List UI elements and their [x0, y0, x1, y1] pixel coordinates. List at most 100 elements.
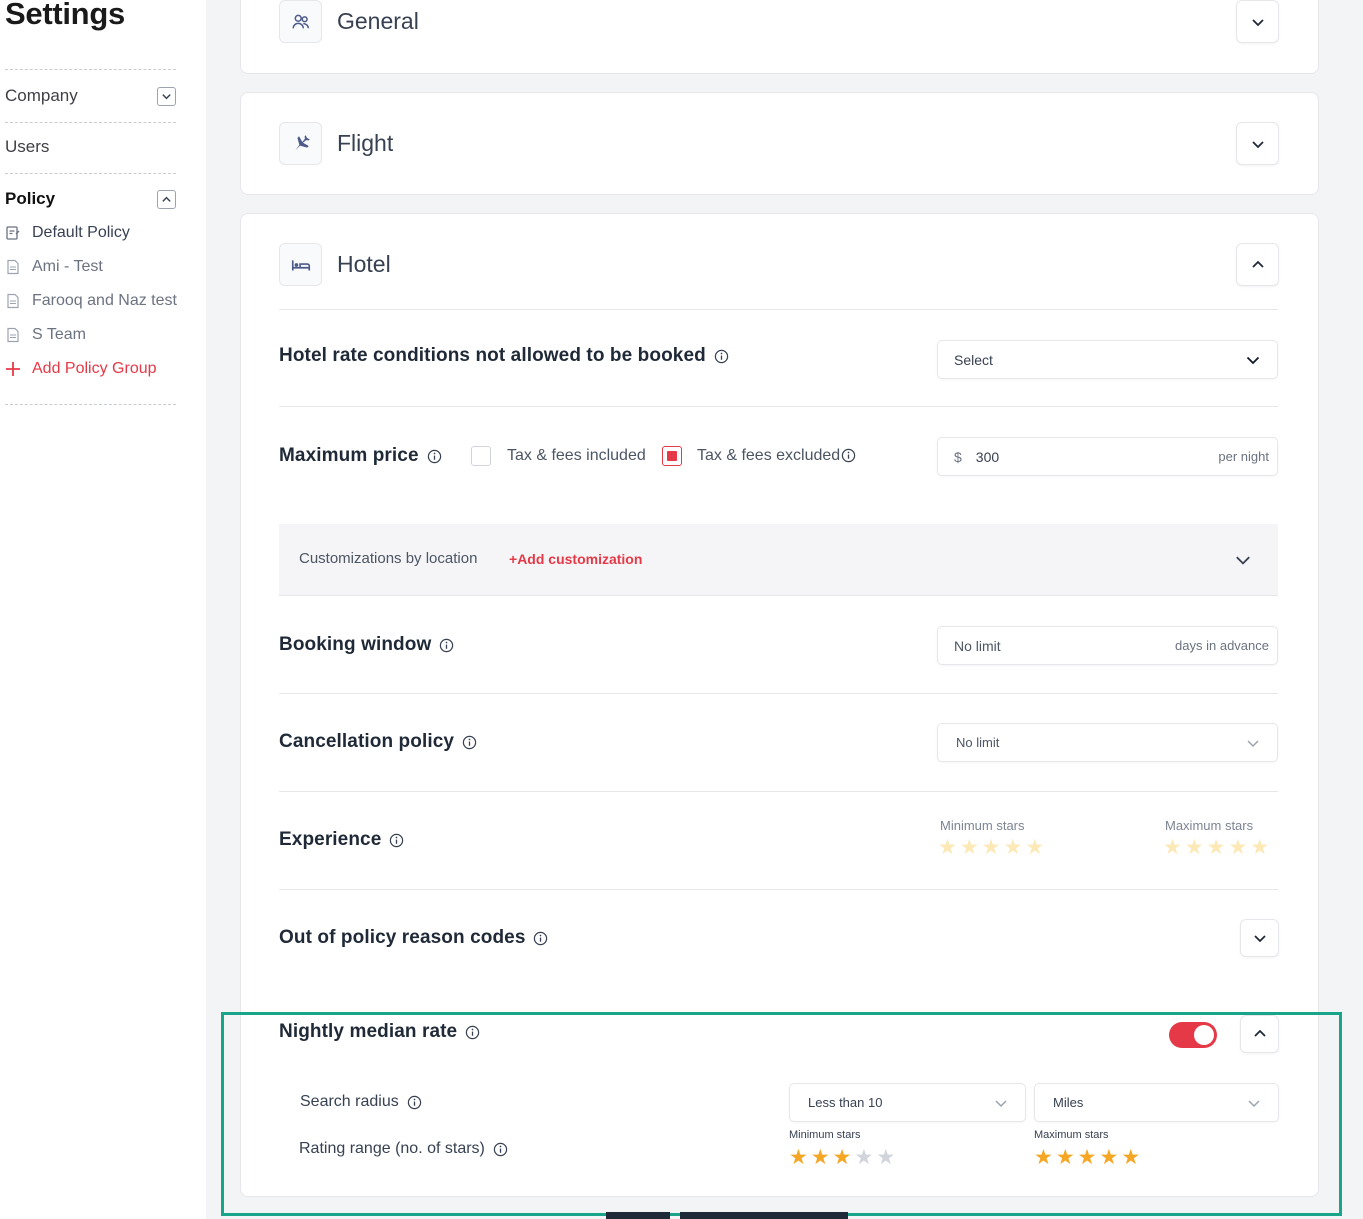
bottom-bar-segment: [606, 1212, 670, 1219]
star-icon[interactable]: ★: [1163, 837, 1182, 858]
chevron-down-icon: [1251, 140, 1264, 148]
label-text: Hotel rate conditions not allowed to be …: [279, 345, 706, 366]
label-text: Out of policy reason codes: [279, 927, 526, 948]
sidebar: Settings Company Users Policy Default Po…: [0, 0, 206, 1219]
cancellation-policy-label: Cancellation policy: [279, 731, 477, 753]
customizations-label: Customizations by location: [299, 550, 478, 567]
price-suffix: per night: [1218, 449, 1269, 464]
flight-card: [240, 92, 1319, 195]
divider: [5, 404, 176, 405]
add-customization-button[interactable]: +Add customization: [509, 551, 642, 567]
tax-excluded-label: Tax & fees excluded: [697, 447, 841, 464]
booking-window-input[interactable]: No limit days in advance: [937, 626, 1278, 665]
tax-excluded-checkbox[interactable]: [662, 446, 682, 466]
document-icon: [5, 293, 21, 309]
info-icon[interactable]: [427, 449, 442, 464]
highlight-box: [221, 1012, 1342, 1216]
label-text: Booking window: [279, 634, 432, 655]
policy-item-label: Farooq and Naz test: [32, 292, 177, 309]
tax-included-label: Tax & fees included: [507, 447, 646, 464]
info-icon[interactable]: [533, 931, 548, 946]
divider: [279, 309, 1278, 310]
max-price-label: Maximum price: [279, 445, 442, 467]
sidebar-item-label: Users: [5, 137, 50, 156]
experience-min-label: Minimum stars: [940, 818, 1025, 833]
sidebar-item-company[interactable]: Company: [5, 84, 176, 108]
page-title: Settings: [5, 0, 125, 31]
cancellation-policy-select[interactable]: No limit: [937, 723, 1278, 762]
policy-doc-icon: [5, 225, 21, 241]
info-icon[interactable]: [714, 349, 729, 364]
info-icon[interactable]: [389, 833, 404, 848]
rate-conditions-select[interactable]: Select: [937, 340, 1278, 379]
star-icon[interactable]: ★: [1185, 837, 1204, 858]
add-customization-label: Add customization: [517, 551, 643, 567]
chevron-down-icon: [1247, 739, 1259, 747]
chevron-down-icon: [1251, 18, 1264, 26]
general-header[interactable]: General: [279, 0, 419, 43]
experience-min-stars[interactable]: ★ ★ ★ ★ ★: [938, 837, 1044, 858]
sidebar-item-users[interactable]: Users: [5, 135, 176, 159]
flight-expand-button[interactable]: [1236, 122, 1279, 165]
experience-max-stars[interactable]: ★ ★ ★ ★ ★: [1163, 837, 1269, 858]
policy-item-label: S Team: [32, 326, 86, 343]
divider: [5, 122, 176, 123]
policy-item-default[interactable]: Default Policy: [5, 222, 130, 244]
sidebar-item-label: Policy: [5, 189, 56, 208]
flight-header[interactable]: Flight: [279, 122, 393, 165]
chevron-down-icon: [1253, 935, 1266, 943]
rate-conditions-label: Hotel rate conditions not allowed to be …: [279, 345, 729, 367]
general-expand-button[interactable]: [1236, 0, 1279, 43]
info-icon[interactable]: [439, 638, 454, 653]
info-icon[interactable]: [841, 448, 856, 463]
section-title: Hotel: [337, 251, 391, 277]
customizations-panel[interactable]: Customizations by location +Add customiz…: [279, 524, 1278, 596]
sidebar-item-policy[interactable]: Policy: [5, 187, 176, 211]
chevron-down-icon[interactable]: [157, 86, 176, 106]
star-icon[interactable]: ★: [982, 837, 1001, 858]
reason-codes-label: Out of policy reason codes: [279, 927, 548, 949]
star-icon[interactable]: ★: [1025, 837, 1044, 858]
label-text: Maximum price: [279, 445, 419, 466]
plus-icon: [5, 361, 21, 377]
divider: [5, 69, 176, 70]
add-policy-group-button[interactable]: Add Policy Group: [5, 358, 157, 380]
star-icon[interactable]: ★: [1003, 837, 1022, 858]
booking-window-value: No limit: [954, 637, 1001, 654]
experience-label: Experience: [279, 829, 404, 851]
chevron-down-icon: [1246, 356, 1260, 364]
chevron-up-icon[interactable]: [157, 189, 176, 209]
star-icon[interactable]: ★: [1207, 837, 1226, 858]
hotel-header[interactable]: Hotel: [279, 243, 391, 286]
bottom-bar-segment: [680, 1212, 848, 1219]
hotel-collapse-button[interactable]: [1236, 243, 1279, 286]
info-icon[interactable]: [462, 735, 477, 750]
reason-codes-expand-button[interactable]: [1240, 919, 1279, 957]
section-title: General: [337, 8, 419, 34]
chevron-down-icon[interactable]: [1234, 551, 1252, 569]
booking-window-suffix: days in advance: [1175, 638, 1269, 653]
bed-icon: [279, 243, 322, 286]
booking-window-label: Booking window: [279, 634, 454, 656]
cancellation-value: No limit: [956, 735, 1000, 750]
chevron-up-icon: [1251, 260, 1264, 268]
divider: [279, 693, 1278, 694]
add-policy-group-label: Add Policy Group: [32, 360, 157, 377]
label-text: Cancellation policy: [279, 731, 455, 752]
experience-max-label: Maximum stars: [1165, 818, 1254, 833]
divider: [279, 791, 1278, 792]
policy-item-farooq[interactable]: Farooq and Naz test: [5, 290, 177, 312]
plane-icon: [279, 122, 322, 165]
document-icon: [5, 327, 21, 343]
star-icon[interactable]: ★: [1228, 837, 1247, 858]
policy-item-label: Ami - Test: [32, 258, 103, 275]
star-icon[interactable]: ★: [960, 837, 979, 858]
max-price-input[interactable]: $ 300 per night: [937, 437, 1278, 476]
tax-included-checkbox[interactable]: [471, 446, 491, 466]
star-icon[interactable]: ★: [938, 837, 957, 858]
label-text: Experience: [279, 829, 382, 850]
star-icon[interactable]: ★: [1250, 837, 1269, 858]
policy-item-ami-test[interactable]: Ami - Test: [5, 256, 103, 278]
sidebar-item-label: Company: [5, 86, 78, 105]
policy-item-s-team[interactable]: S Team: [5, 324, 86, 346]
